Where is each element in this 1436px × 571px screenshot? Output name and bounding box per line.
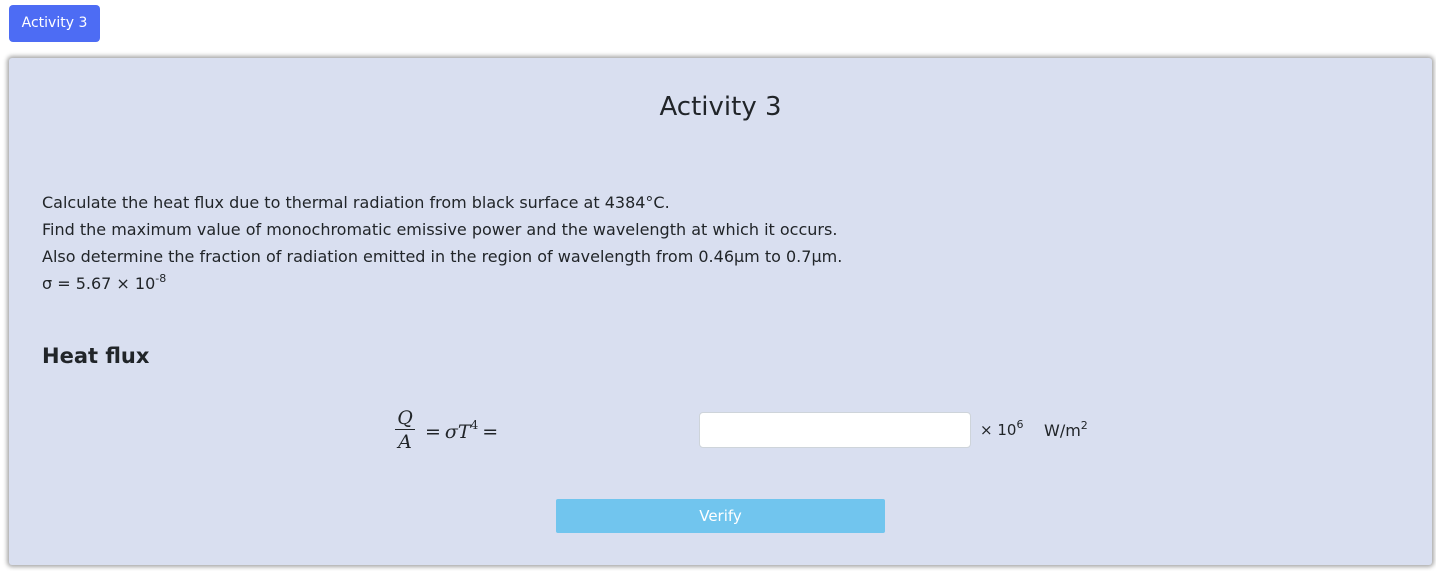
activity-title: Activity 3 [659,92,782,122]
unit-exponent: 2 [1080,419,1088,432]
problem-line-3: Also determine the fraction of radiation… [42,247,843,266]
unit-base: W/m [1044,421,1081,440]
activity-card: Activity 3 Calculate the heat flux due t… [9,58,1432,565]
formula-variable: T [457,420,471,443]
unit-label: W/m2 [1044,419,1088,440]
verify-button[interactable]: Verify [556,499,885,533]
multiplier-label: × 106 [980,418,1024,439]
sigma-constant: σ = 5.67 × 10-8 [42,270,842,297]
q-over-a-fraction: Q A [395,407,415,454]
sigma-exponent: -8 [155,272,167,285]
activity-3-tab[interactable]: Activity 3 [9,5,100,42]
multiplier-base: × 10 [980,421,1017,439]
problem-line-1: Calculate the heat flux due to thermal r… [42,193,670,212]
formula-power: 4 [470,417,479,432]
fraction-numerator: Q [397,406,413,429]
problem-line-2: Find the maximum value of monochromatic … [42,220,838,239]
formula-sigma: σ [444,420,458,443]
heat-flux-answer-input[interactable] [699,412,971,448]
heat-flux-heading: Heat flux [42,344,150,368]
heat-flux-formula: Q A = σT4 = [395,404,502,456]
sigma-value: σ = 5.67 × 10 [42,274,156,293]
multiplier-exponent: 6 [1016,418,1024,431]
problem-statement: Calculate the heat flux due to thermal r… [42,189,842,297]
formula-rhs: = σT4 = [421,418,502,443]
fraction-denominator: A [398,430,412,453]
formula-equals-2: = [482,420,499,443]
formula-equals-1: = [425,420,441,443]
